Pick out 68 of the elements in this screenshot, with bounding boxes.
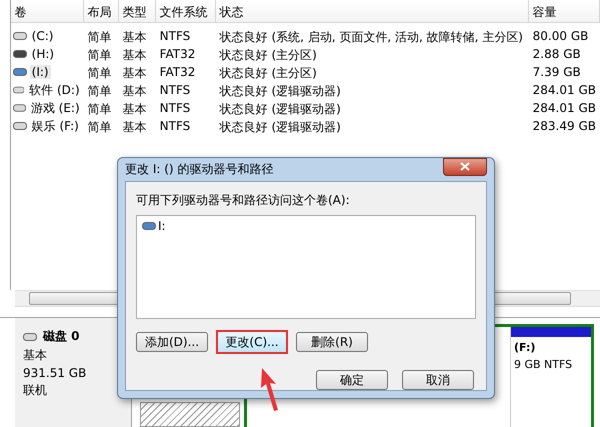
table-cell-text: 基本 xyxy=(122,29,148,45)
drive-icon xyxy=(12,50,27,58)
table-cell-text: 状态良好 (逻辑驱动器) xyxy=(218,119,342,135)
table-cell-text: FAT32 xyxy=(158,64,196,81)
table-cell-text: NTFS xyxy=(158,118,192,135)
table-cell-text: 2.88 GB xyxy=(532,46,582,63)
dialog-button[interactable]: 删除(R) xyxy=(296,332,368,352)
drive-icon xyxy=(142,222,156,230)
arrow-icon xyxy=(258,368,280,412)
table-cell-text: 284.01 GB xyxy=(532,82,597,99)
drive-icon xyxy=(12,86,24,94)
dialog-button[interactable]: 取消 xyxy=(402,370,474,390)
dialog-button[interactable]: 添加(D)... xyxy=(136,332,208,352)
table-cell-text: NTFS xyxy=(158,28,192,45)
disk-type: 基本 xyxy=(23,347,48,364)
column-header[interactable]: 文件系统 xyxy=(156,0,216,23)
column-header[interactable]: 容量 xyxy=(528,0,600,23)
table-cell-text: 状态良好 (系统, 启动, 页面文件, 活动, 故障转储, 主分区) xyxy=(218,29,524,45)
disk-status: 联机 xyxy=(23,382,48,399)
column-header[interactable]: 类型 xyxy=(118,0,156,23)
drive-icon xyxy=(12,122,27,130)
path-list[interactable]: I: xyxy=(136,215,476,319)
table-cell-text: 基本 xyxy=(122,65,148,81)
table-cell-text: 基本 xyxy=(122,119,148,135)
column-header[interactable]: 卷 xyxy=(10,0,84,23)
list-label: 可用下列驱动器号和路径访问这个卷(A): xyxy=(136,192,351,209)
drive-icon xyxy=(23,332,37,340)
dialog-button[interactable]: 更改(C)... xyxy=(216,330,288,354)
table-cell-text: 284.01 GB xyxy=(532,100,597,117)
table-cell-text: 状态良好 (主分区) xyxy=(218,47,318,63)
partition-detail: 9 GB NTFS xyxy=(513,357,574,371)
table-cell-text: 基本 xyxy=(122,83,148,99)
volume-name[interactable]: (H:) xyxy=(30,47,56,61)
table-cell-text: 简单 xyxy=(86,101,113,117)
disk-name: 磁盘 0 xyxy=(43,328,80,345)
table-cell-text: 基本 xyxy=(122,47,148,63)
table-cell-text: 状态良好 (主分区) xyxy=(218,65,318,81)
close-icon xyxy=(460,162,470,171)
disk-size: 931.51 GB xyxy=(23,366,88,380)
close-button[interactable] xyxy=(443,158,487,176)
column-header[interactable]: 布局 xyxy=(84,0,119,23)
table-cell-text: 基本 xyxy=(122,101,148,117)
drive-icon xyxy=(12,104,26,112)
column-header[interactable]: 状态 xyxy=(216,0,529,23)
table-cell-text: 状态良好 (逻辑驱动器) xyxy=(218,101,342,117)
table-cell-text: 80.00 GB xyxy=(532,28,590,45)
table-cell-text: 简单 xyxy=(86,119,113,135)
volume-name[interactable]: 游戏 (E:) xyxy=(28,100,82,116)
table-cell-text: NTFS xyxy=(158,82,192,99)
table-cell-text: 简单 xyxy=(86,47,113,63)
table-cell-text: 简单 xyxy=(86,29,113,45)
drive-icon xyxy=(12,68,27,76)
table-cell-text: FAT32 xyxy=(158,46,196,63)
volume-name[interactable]: (I:) xyxy=(30,65,51,79)
volume-name[interactable]: (C:) xyxy=(30,29,56,43)
volume-name[interactable]: 软件 (D:) xyxy=(27,82,82,98)
table-cell-text: 简单 xyxy=(86,83,113,99)
table-cell-text: NTFS xyxy=(158,100,192,117)
volume-name[interactable]: 娱乐 (F:) xyxy=(30,118,81,134)
path-item[interactable]: I: xyxy=(158,219,166,233)
table-cell-text: 283.49 GB xyxy=(532,118,597,135)
partition-name: (F:) xyxy=(513,340,536,354)
dialog-title: 更改 I: () 的驱动器号和路径 xyxy=(125,161,274,178)
table-cell-text: 简单 xyxy=(86,65,113,81)
dialog-button[interactable]: 确定 xyxy=(316,370,388,390)
table-cell-text: 7.39 GB xyxy=(532,64,582,81)
drive-icon xyxy=(12,32,27,40)
table-cell-text: 状态良好 (逻辑驱动器) xyxy=(218,83,342,99)
